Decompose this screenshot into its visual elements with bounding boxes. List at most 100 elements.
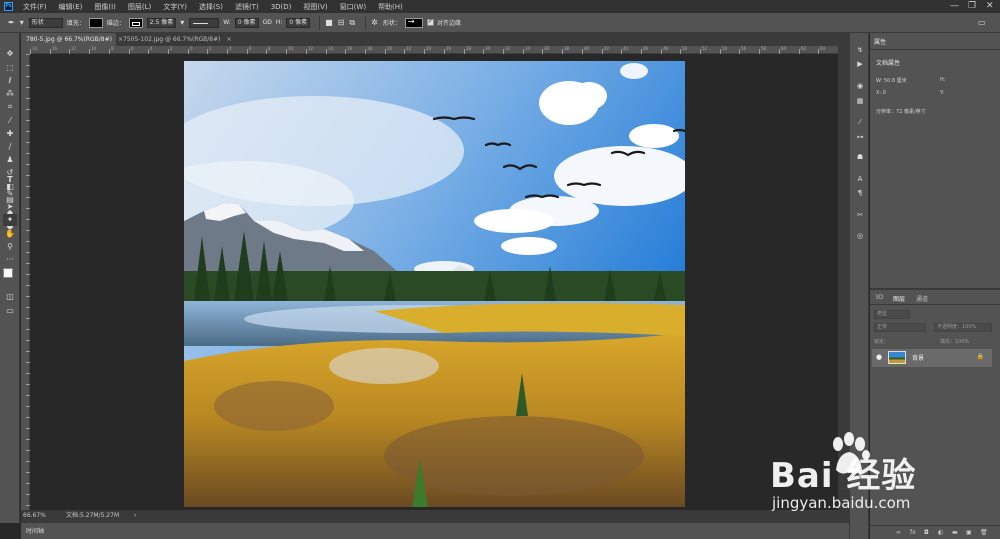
minimize-icon[interactable]: — — [950, 1, 959, 11]
menu-3d[interactable]: 3D(D) — [271, 3, 292, 11]
menu-window[interactable]: 窗口(W) — [340, 2, 366, 12]
adjustments-panel-icon[interactable]: ⊶ — [854, 132, 866, 143]
horizontal-ruler[interactable]: 14 16 12 10 8 6 4 2 0 2 4 6 8 10 12 14 16 18 20 22 24 26 28 30 3… — [30, 46, 838, 54]
status-menu-arrow-icon[interactable]: › — [134, 510, 136, 522]
path-alignment-icon[interactable]: ⊟ — [338, 18, 345, 27]
menu-layer[interactable]: 图层(L) — [128, 2, 151, 12]
tools-panel: ✥ ⬚ ℓ ⁂ ⌗ ⁄ ✚ ∕ ♟ ↺ ◧ ▤ ◆ ● T ✎ ➤ ✦ ✋ ⚲ … — [0, 33, 20, 523]
foreground-color-swatch[interactable] — [3, 268, 13, 278]
tab-layers[interactable]: 图层 — [893, 294, 905, 303]
zoom-level[interactable]: 66.67% — [23, 510, 46, 522]
tab-7505-102[interactable]: 7505-102.jpg @ 66.7%(RGB/8#) × — [118, 33, 231, 46]
baidu-jingyan-watermark: Bai 经验 jingyan.baidu.com — [770, 430, 960, 525]
paragraph-panel-icon[interactable]: ¶ — [854, 188, 866, 199]
pen-tool-icon[interactable]: ✎ — [3, 188, 17, 200]
shape-mode-select[interactable]: 形状 — [28, 17, 63, 28]
align-edges-checkbox[interactable] — [426, 18, 434, 26]
more-tools-icon[interactable]: ··· — [3, 254, 17, 266]
ruler-number: 38 — [564, 46, 570, 51]
stamp-tool-icon[interactable]: ♟ — [3, 154, 17, 166]
libraries-panel-icon[interactable]: ☗ — [854, 152, 866, 163]
actions-panel-icon[interactable]: ▶ — [854, 59, 866, 70]
hand-tool-icon[interactable]: ✋ — [3, 228, 17, 240]
close-tab-icon[interactable]: × — [226, 36, 231, 43]
link-dimensions-icon[interactable]: GĐ — [263, 19, 272, 26]
photoshop-logo-icon[interactable]: Ps — [4, 2, 13, 11]
channels-icon[interactable]: ◎ — [854, 231, 866, 242]
delete-layer-icon[interactable]: 🗑 — [980, 529, 988, 536]
vertical-ruler[interactable] — [21, 54, 30, 510]
landscape-photo — [184, 61, 685, 507]
screen-mode-icon[interactable]: ▭ — [3, 305, 17, 317]
new-group-icon[interactable]: ▬ — [952, 529, 958, 536]
document-canvas-image[interactable] — [184, 61, 685, 507]
fill-field[interactable]: 填充：100% — [940, 338, 969, 345]
menu-bar: Ps 文件(F) 编辑(E) 图像(I) 图层(L) 文字(Y) 选择(S) 滤… — [0, 0, 1000, 13]
menu-view[interactable]: 视图(V) — [303, 2, 327, 12]
restore-icon[interactable]: ❐ — [968, 1, 976, 11]
brush-panel-icon[interactable]: ⁄ — [854, 117, 866, 128]
layer-style-icon[interactable]: fx — [910, 529, 916, 536]
menu-file[interactable]: 文件(F) — [23, 2, 47, 12]
quick-select-tool-icon[interactable]: ⁂ — [3, 88, 17, 100]
custom-shape-tool-icon[interactable]: ✦ — [3, 214, 17, 226]
menu-type[interactable]: 文字(Y) — [163, 2, 187, 12]
adjustment-layer-icon[interactable]: ◐ — [938, 529, 943, 536]
stroke-width-field[interactable]: 2.5 像素 — [146, 17, 177, 28]
color-panel-icon[interactable]: ◉ — [854, 81, 866, 92]
menu-filter[interactable]: 滤镜(T) — [235, 2, 259, 12]
gear-icon[interactable]: ✲ — [371, 18, 378, 27]
ruler-number: 34 — [525, 46, 531, 51]
swatches-panel-icon[interactable]: ▦ — [854, 96, 866, 107]
layer-name[interactable]: 背景 — [912, 353, 924, 362]
stroke-type-select[interactable] — [189, 17, 220, 28]
marquee-tool-icon[interactable]: ⬚ — [3, 62, 17, 74]
menu-image[interactable]: 图像(I) — [94, 2, 116, 12]
layer-kind-filter[interactable]: 类型 — [874, 310, 910, 319]
history-panel-icon[interactable]: ↯ — [854, 45, 866, 56]
move-tool-icon[interactable]: ✥ — [3, 48, 17, 60]
eye-icon[interactable]: ● — [876, 353, 882, 361]
workspace-icon[interactable]: ▭ — [978, 18, 986, 27]
character-panel-icon[interactable]: A — [854, 174, 866, 185]
divider — [319, 15, 321, 30]
menu-help[interactable]: 帮助(H) — [378, 2, 403, 12]
tab-channels[interactable]: 通道 — [916, 294, 928, 303]
timeline-tab[interactable]: 时间轴 — [26, 526, 44, 535]
lasso-tool-icon[interactable]: ℓ — [3, 75, 17, 87]
quick-mask-icon[interactable]: ◫ — [3, 291, 17, 303]
add-mask-icon[interactable]: ◘ — [924, 529, 929, 536]
blend-mode-select[interactable]: 正常 — [874, 323, 926, 332]
pen-tool-preset-icon[interactable]: ✒ — [8, 18, 15, 27]
zoom-tool-icon[interactable]: ⚲ — [3, 241, 17, 253]
document-properties-heading: 文档属性 — [876, 60, 901, 67]
fill-swatch[interactable] — [88, 17, 103, 28]
lock-icon[interactable]: 🔒 — [977, 353, 984, 360]
path-operations-icon[interactable]: ■ — [325, 18, 333, 27]
menu-select[interactable]: 选择(S) — [199, 2, 223, 12]
tools-presets-icon[interactable]: ✂ — [854, 210, 866, 221]
properties-tab[interactable]: 属性 — [874, 37, 886, 46]
menu-edit[interactable]: 编辑(E) — [59, 2, 83, 12]
link-layers-icon[interactable]: ∞ — [896, 529, 901, 536]
crop-tool-icon[interactable]: ⌗ — [3, 101, 17, 113]
tab-3d[interactable]: 3D — [875, 294, 883, 301]
new-layer-icon[interactable]: ▣ — [966, 529, 972, 536]
path-arrangement-icon[interactable]: ⧉ — [349, 18, 355, 28]
brush-tool-icon[interactable]: ∕ — [3, 141, 17, 153]
custom-shape-picker[interactable]: → — [404, 17, 423, 28]
close-icon[interactable]: ✕ — [986, 1, 994, 11]
opacity-field[interactable]: 不透明度：100% — [934, 323, 992, 332]
chevron-down-icon[interactable]: ▾ — [20, 18, 24, 27]
tab-780-5[interactable]: 780-5.jpg @ 66.7%(RGB/8#) × — [21, 33, 123, 46]
height-field[interactable]: 0 像素 — [286, 17, 311, 28]
chevron-down-icon[interactable]: ▾ — [180, 18, 184, 27]
width-field[interactable]: 0 像素 — [234, 17, 259, 28]
healing-brush-icon[interactable]: ✚ — [3, 128, 17, 140]
stroke-swatch[interactable] — [128, 17, 143, 28]
eyedropper-tool-icon[interactable]: ⁄ — [3, 115, 17, 127]
type-tool-icon[interactable]: T — [3, 174, 17, 186]
path-select-tool-icon[interactable]: ➤ — [3, 201, 17, 213]
layer-row-background[interactable]: ● 背景 🔒 — [872, 349, 992, 367]
ruler-origin[interactable] — [21, 46, 30, 54]
